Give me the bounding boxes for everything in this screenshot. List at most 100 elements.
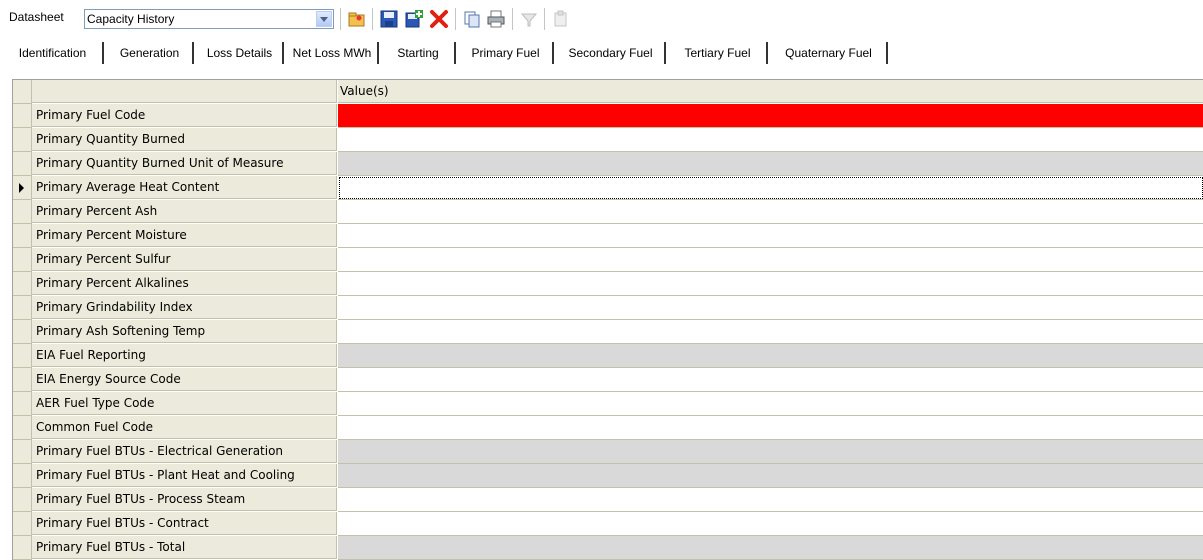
tab-loss-details[interactable]: Loss Details	[197, 42, 284, 64]
row-selector[interactable]	[13, 512, 32, 536]
row-label: Primary Fuel BTUs - Contract	[32, 512, 337, 535]
row-label: Primary Average Heat Content	[32, 176, 337, 199]
save-icon[interactable]	[379, 9, 399, 29]
row-label: Primary Fuel Code	[32, 104, 337, 127]
value-cell	[338, 536, 1203, 560]
copy-icon[interactable]	[462, 9, 482, 29]
tab-generation[interactable]: Generation	[107, 42, 194, 64]
grid-row[interactable]: Primary Percent Moisture	[13, 224, 1203, 248]
value-cell	[338, 464, 1203, 488]
value-cell[interactable]	[338, 200, 1203, 224]
row-label: Primary Percent Moisture	[32, 224, 337, 247]
grid-row[interactable]: Primary Grindability Index	[13, 296, 1203, 320]
row-selector[interactable]	[13, 200, 32, 224]
open-folder-icon[interactable]	[347, 9, 367, 29]
row-label: Primary Fuel BTUs - Electrical Generatio…	[32, 440, 337, 463]
value-cell[interactable]	[338, 224, 1203, 248]
paste-icon[interactable]	[551, 9, 571, 29]
toolbar: Datasheet Capacity History	[0, 0, 1203, 40]
tab-quaternary-fuel[interactable]: Quaternary Fuel	[771, 42, 888, 64]
tab-secondary-fuel[interactable]: Secondary Fuel	[557, 42, 666, 64]
tab-primary-fuel[interactable]: Primary Fuel	[459, 42, 554, 64]
row-label: Primary Percent Sulfur	[32, 248, 337, 271]
grid-row[interactable]: Primary Quantity Burned Unit of Measure	[13, 152, 1203, 176]
value-cell[interactable]	[338, 176, 1203, 200]
row-label: Primary Ash Softening Temp	[32, 320, 337, 343]
tab-starting[interactable]: Starting	[382, 42, 456, 64]
row-label: EIA Fuel Reporting	[32, 344, 337, 367]
delete-icon[interactable]	[429, 9, 449, 29]
add-record-icon[interactable]	[404, 9, 424, 29]
value-cell[interactable]	[338, 416, 1203, 440]
value-cell[interactable]	[338, 392, 1203, 416]
grid-row[interactable]: Primary Quantity Burned	[13, 128, 1203, 152]
value-cell[interactable]	[338, 128, 1203, 152]
tab-identification[interactable]: Identification	[3, 42, 104, 64]
toolbar-separator	[340, 8, 341, 30]
row-label: Primary Fuel BTUs - Process Steam	[32, 488, 337, 511]
row-selector[interactable]	[13, 104, 32, 128]
value-cell[interactable]	[338, 272, 1203, 296]
grid-row[interactable]: Primary Average Heat Content	[13, 176, 1203, 200]
grid-row[interactable]: Primary Percent Ash	[13, 200, 1203, 224]
toolbar-separator	[544, 8, 545, 30]
value-cell	[338, 152, 1203, 176]
grid-row[interactable]: Primary Fuel BTUs - Process Steam	[13, 488, 1203, 512]
row-selector[interactable]	[13, 224, 32, 248]
grid-row[interactable]: Common Fuel Code	[13, 416, 1203, 440]
row-selector[interactable]	[13, 176, 32, 200]
row-selector[interactable]	[13, 536, 32, 560]
row-selector[interactable]	[13, 392, 32, 416]
tab-net-loss-mwh[interactable]: Net Loss MWh	[287, 42, 379, 64]
value-cell[interactable]	[338, 248, 1203, 272]
grid-row[interactable]: AER Fuel Type Code	[13, 392, 1203, 416]
datasheet-select[interactable]: Capacity History	[84, 9, 334, 29]
toolbar-separator	[455, 8, 456, 30]
datasheet-select-value: Capacity History	[87, 12, 175, 26]
grid-row[interactable]: Primary Fuel BTUs - Total	[13, 536, 1203, 560]
row-label: Primary Grindability Index	[32, 296, 337, 319]
tab-tertiary-fuel[interactable]: Tertiary Fuel	[669, 42, 768, 64]
value-cell[interactable]	[338, 368, 1203, 392]
grid-row[interactable]: Primary Ash Softening Temp	[13, 320, 1203, 344]
grid-row[interactable]: Primary Percent Sulfur	[13, 248, 1203, 272]
chevron-down-icon[interactable]	[316, 11, 332, 27]
row-label: Primary Fuel BTUs - Total	[32, 536, 337, 559]
column-header-values[interactable]: Value(s)	[338, 80, 1203, 103]
grid-row[interactable]: Primary Percent Alkalines	[13, 272, 1203, 296]
grid-row[interactable]: Primary Fuel BTUs - Contract	[13, 512, 1203, 536]
row-selector[interactable]	[13, 440, 32, 464]
grid-corner[interactable]	[13, 80, 32, 104]
row-selector[interactable]	[13, 488, 32, 512]
grid-row[interactable]: EIA Energy Source Code	[13, 368, 1203, 392]
grid-header-row: Value(s)	[13, 80, 1203, 104]
value-cell[interactable]	[338, 488, 1203, 512]
row-selector[interactable]	[13, 368, 32, 392]
value-cell[interactable]	[338, 512, 1203, 536]
datasheet-label: Datasheet	[9, 10, 64, 24]
row-selector[interactable]	[13, 344, 32, 368]
row-label: Primary Percent Alkalines	[32, 272, 337, 295]
row-selector[interactable]	[13, 296, 32, 320]
value-cell[interactable]	[338, 296, 1203, 320]
row-label: EIA Energy Source Code	[32, 368, 337, 391]
row-selector[interactable]	[13, 320, 32, 344]
row-selector[interactable]	[13, 416, 32, 440]
grid-row[interactable]: EIA Fuel Reporting	[13, 344, 1203, 368]
row-selector[interactable]	[13, 152, 32, 176]
row-selector[interactable]	[13, 272, 32, 296]
property-grid: Value(s) Primary Fuel Code Primary Quanti…	[12, 79, 1203, 560]
row-selector[interactable]	[13, 248, 32, 272]
value-cell	[338, 344, 1203, 368]
grid-row[interactable]: Primary Fuel BTUs - Plant Heat and Cooli…	[13, 464, 1203, 488]
row-selector[interactable]	[13, 464, 32, 488]
grid-row[interactable]: Primary Fuel BTUs - Electrical Generatio…	[13, 440, 1203, 464]
toolbar-separator	[372, 8, 373, 30]
grid-label-header	[32, 80, 337, 103]
row-selector[interactable]	[13, 128, 32, 152]
filter-icon[interactable]	[519, 9, 539, 29]
value-cell[interactable]	[338, 320, 1203, 344]
value-cell[interactable]	[338, 104, 1203, 128]
grid-row[interactable]: Primary Fuel Code	[13, 104, 1203, 128]
print-icon[interactable]	[486, 9, 506, 29]
